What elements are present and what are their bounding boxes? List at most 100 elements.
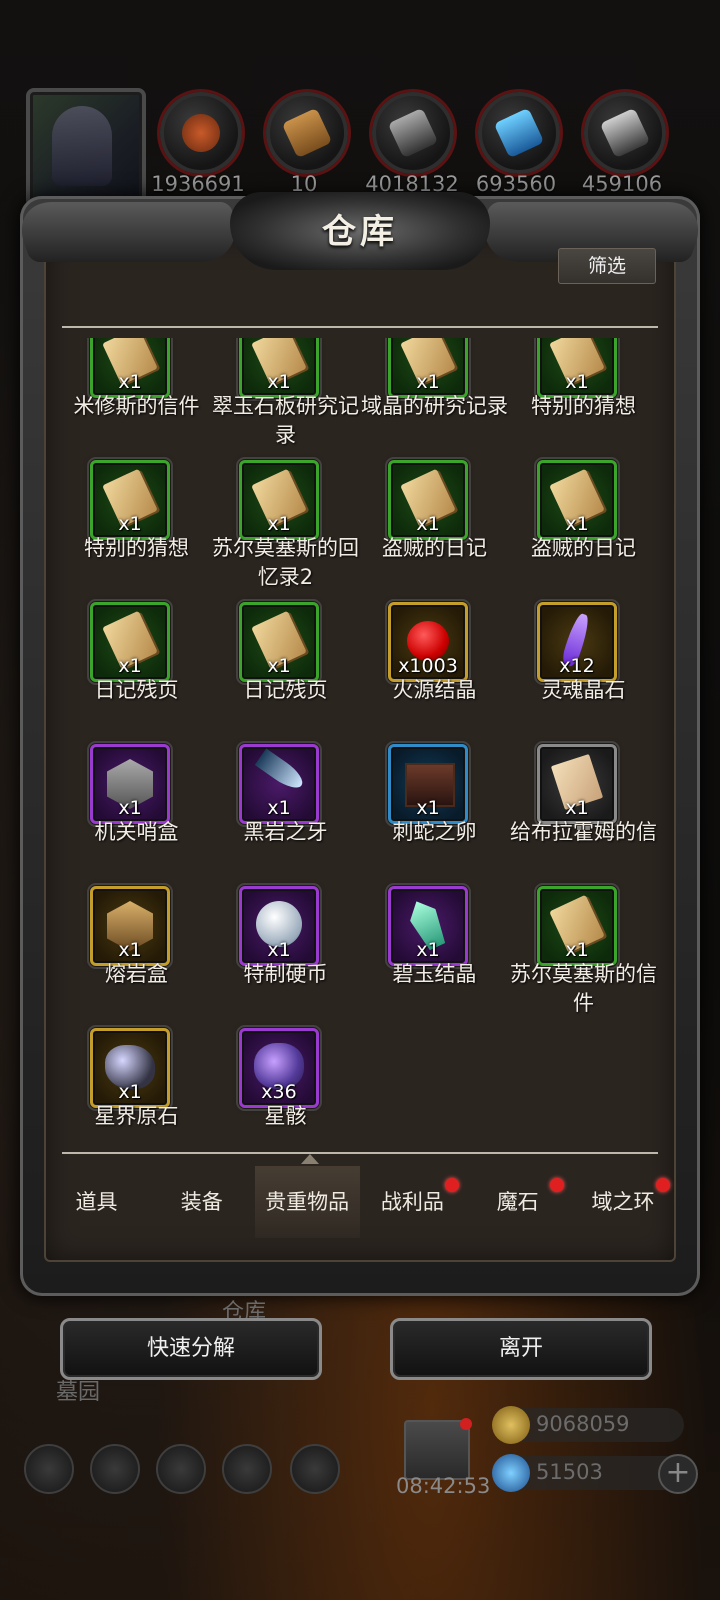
iron-icon[interactable]: [372, 92, 454, 174]
item-slot[interactable]: x1 苏尔莫塞斯的回忆录2: [211, 457, 360, 600]
panel-title: 仓库: [322, 212, 398, 252]
tab-4[interactable]: 魔石: [465, 1166, 570, 1238]
item-name: 黑岩之牙: [243, 820, 328, 844]
item-icon-frame[interactable]: x1: [385, 338, 471, 401]
tab-0[interactable]: 道具: [44, 1166, 149, 1238]
item-slot[interactable]: x1 特别的猜想: [509, 338, 658, 458]
item-slot[interactable]: x1 特别的猜想: [62, 457, 211, 600]
tab-1[interactable]: 装备: [149, 1166, 254, 1238]
item-slot[interactable]: x1 机关哨盒: [62, 741, 211, 884]
item-slot[interactable]: x1 盗贼的日记: [509, 457, 658, 600]
item-name: 翠玉石板研究记录: [212, 394, 359, 447]
filter-button[interactable]: 筛选: [558, 248, 656, 284]
item-slot[interactable]: x36 星骸: [211, 1025, 360, 1148]
item-slot[interactable]: x1 日记残页: [211, 599, 360, 742]
fang-icon: [254, 748, 308, 794]
leave-button[interactable]: 离开: [390, 1318, 652, 1380]
item-icon-frame[interactable]: x1: [236, 599, 322, 685]
item-slot[interactable]: x1 给布拉霍姆的信: [509, 741, 658, 884]
bottom-divider: [62, 1152, 658, 1154]
item-name: 苏尔莫塞斯的回忆录2: [212, 536, 359, 589]
clock-text: 08:42:53: [396, 1474, 491, 1498]
steel-icon[interactable]: [584, 92, 666, 174]
item-icon-frame[interactable]: x1: [385, 883, 471, 969]
tab-2[interactable]: 贵重物品: [254, 1166, 360, 1238]
item-quantity: x1: [565, 797, 589, 819]
item-icon-frame[interactable]: x1: [534, 338, 620, 401]
item-icon-frame[interactable]: x1: [87, 1025, 173, 1111]
quick-decompose-button[interactable]: 快速分解: [60, 1318, 322, 1380]
item-icon-frame[interactable]: x1: [534, 741, 620, 827]
scroll-icon: [549, 894, 605, 954]
item-slot[interactable]: x12 灵魂晶石: [509, 599, 658, 742]
scroll-icon: [251, 338, 307, 386]
tab-3[interactable]: 战利品: [360, 1166, 465, 1238]
tab-label: 战利品: [380, 1190, 444, 1214]
meat-value: 1936691: [151, 172, 245, 196]
item-quantity: x1: [416, 939, 440, 961]
ruby-icon: [407, 621, 449, 661]
item-icon-frame[interactable]: x12: [534, 599, 620, 685]
tab-label: 装备: [180, 1190, 223, 1214]
letter-icon: [550, 753, 604, 811]
skills-icon[interactable]: [290, 1444, 340, 1494]
item-slot[interactable]: x1003 火源结晶: [360, 599, 509, 742]
item-icon-frame[interactable]: x1003: [385, 599, 471, 685]
item-icon-frame[interactable]: x1: [236, 741, 322, 827]
item-icon-frame[interactable]: x1: [236, 338, 322, 401]
item-quantity: x1: [416, 797, 440, 819]
scroll-icon: [400, 468, 456, 528]
item-icon-frame[interactable]: x1: [236, 883, 322, 969]
item-name: 特别的猜想: [531, 394, 636, 418]
item-slot[interactable]: x1 特制硬币: [211, 883, 360, 1026]
tab-5[interactable]: 域之环: [571, 1166, 676, 1238]
item-slot[interactable]: x1 黑岩之牙: [211, 741, 360, 884]
crystal-icon[interactable]: [478, 92, 560, 174]
item-icon-frame[interactable]: x36: [236, 1025, 322, 1111]
scroll-icon: [400, 338, 456, 386]
gift-icon[interactable]: [404, 1418, 472, 1480]
item-quantity: x1: [267, 513, 291, 535]
item-icon-frame[interactable]: x1: [385, 457, 471, 543]
item-name: 碧玉结晶: [392, 962, 477, 986]
item-slot[interactable]: x1 米修斯的信件: [62, 338, 211, 458]
item-slot[interactable]: x1 星界原石: [62, 1025, 211, 1148]
item-slot[interactable]: x1 碧玉结晶: [360, 883, 509, 1026]
item-slot[interactable]: x1 盗贼的日记: [360, 457, 509, 600]
item-slot[interactable]: x1 域晶的研究记录: [360, 338, 509, 458]
settings-icon[interactable]: [24, 1444, 74, 1494]
item-quantity: x1: [118, 797, 142, 819]
item-name: 熔岩盒: [105, 962, 168, 986]
wood-icon[interactable]: [266, 92, 348, 174]
item-icon-frame[interactable]: x1: [87, 883, 173, 969]
add-currency-button[interactable]: +: [658, 1454, 698, 1494]
item-slot[interactable]: x1 刺蛇之卵: [360, 741, 509, 884]
tab-label: 贵重物品: [265, 1190, 350, 1214]
mail-icon[interactable]: [222, 1444, 272, 1494]
active-tab-indicator: [301, 1154, 319, 1164]
item-icon-frame[interactable]: x1: [236, 457, 322, 543]
item-slot[interactable]: x1 熔岩盒: [62, 883, 211, 1026]
item-icon-frame[interactable]: x1: [385, 741, 471, 827]
item-name: 给布拉霍姆的信: [510, 820, 657, 844]
item-slot[interactable]: x1 苏尔莫塞斯的信件: [509, 883, 658, 1026]
item-icon-frame[interactable]: x1: [87, 457, 173, 543]
hero-icon[interactable]: [90, 1444, 140, 1494]
item-icon-frame[interactable]: x1: [87, 741, 173, 827]
item-slot[interactable]: x1 日记残页: [62, 599, 211, 742]
item-name: 米修斯的信件: [73, 394, 200, 418]
item-name: 日记残页: [243, 678, 328, 702]
shard-icon: [560, 611, 592, 669]
item-icon-frame[interactable]: x1: [87, 338, 173, 401]
hex-icon: [107, 901, 153, 951]
item-quantity: x1: [267, 371, 291, 393]
item-icon-frame[interactable]: x1: [87, 599, 173, 685]
item-name: 机关哨盒: [94, 820, 179, 844]
player-portrait[interactable]: [26, 88, 146, 208]
guild-icon[interactable]: [156, 1444, 206, 1494]
meat-icon[interactable]: [160, 92, 242, 174]
item-icon-frame[interactable]: x1: [534, 457, 620, 543]
item-grid[interactable]: x1 米修斯的信件 x1 翠玉石板研究记录 x1 域晶的研究记录 x1 特别的猜想 x1 特别的猜…: [62, 338, 658, 1148]
item-slot[interactable]: x1 翠玉石板研究记录: [211, 338, 360, 458]
item-icon-frame[interactable]: x1: [534, 883, 620, 969]
